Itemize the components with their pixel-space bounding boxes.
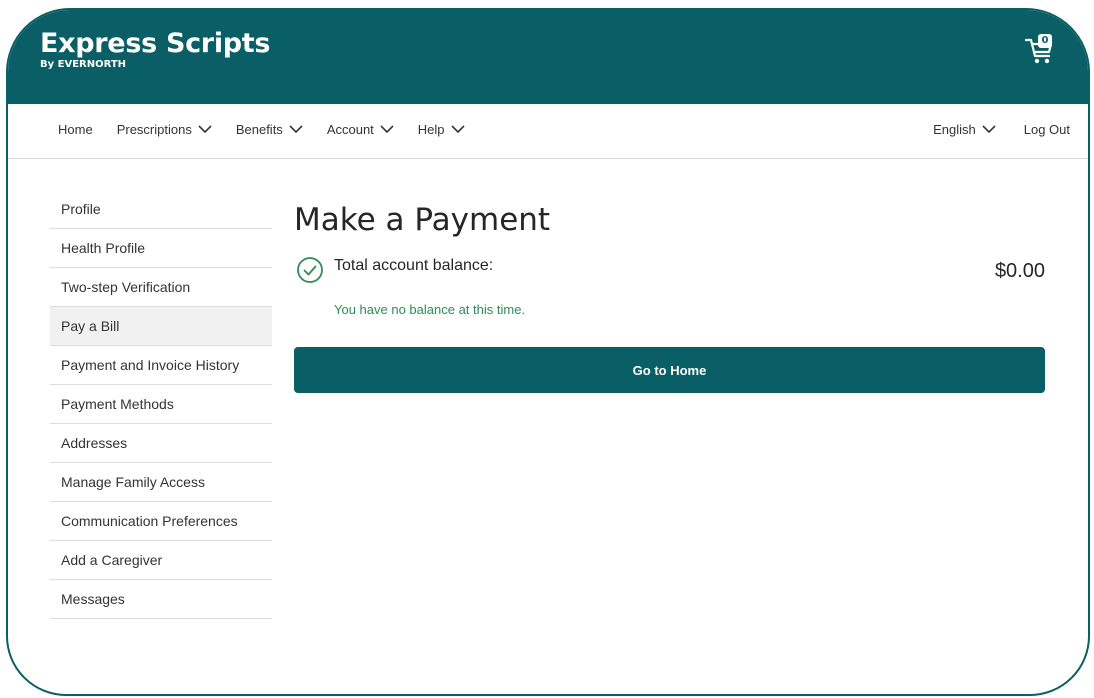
sidebar-item-add-a-caregiver[interactable]: Add a Caregiver (50, 541, 272, 580)
nav-benefits-label: Benefits (235, 122, 283, 137)
sidebar-item-communication-preferences[interactable]: Communication Preferences (50, 502, 272, 541)
browser-frame: Express Scripts By EVERNORTH 0 Home Pres… (6, 8, 1090, 696)
chevron-down-icon (450, 125, 465, 134)
header-bar: Express Scripts By EVERNORTH 0 (8, 10, 1088, 104)
nav-home-label: Home (58, 122, 93, 137)
balance-amount: $0.00 (994, 260, 1045, 282)
nav-account-label: Account (326, 122, 374, 137)
nav-right-group: English Log Out (905, 122, 1070, 137)
chevron-down-icon (380, 125, 394, 134)
account-sidebar: Profile Health Profile Two-step Verifica… (50, 190, 272, 619)
go-to-home-button[interactable]: Go to Home (294, 347, 1045, 393)
no-balance-message: You have no balance at this time. (334, 302, 526, 317)
nav-help[interactable]: Help (418, 122, 465, 137)
chevron-down-icon (198, 125, 212, 134)
chevron-down-icon (982, 125, 996, 134)
sidebar-item-health-profile[interactable]: Health Profile (50, 229, 272, 268)
nav-left-group: Home Prescriptions Benefits Account Help (58, 122, 489, 137)
sidebar-item-profile[interactable]: Profile (50, 190, 272, 229)
nav-home[interactable]: Home (58, 122, 93, 137)
nav-help-label: Help (417, 122, 445, 137)
sidebar-item-pay-a-bill[interactable]: Pay a Bill (50, 307, 272, 346)
language-label: English (933, 122, 976, 137)
nav-benefits[interactable]: Benefits (236, 122, 303, 137)
main-content: Make a Payment Total account balance: $0… (294, 200, 1045, 393)
sidebar-item-manage-family-access[interactable]: Manage Family Access (50, 463, 272, 502)
sidebar-item-addresses[interactable]: Addresses (50, 424, 272, 463)
nav-prescriptions-label: Prescriptions (116, 122, 192, 137)
sidebar-item-messages[interactable]: Messages (50, 580, 272, 619)
nav-prescriptions[interactable]: Prescriptions (117, 122, 212, 137)
balance-row: Total account balance: $0.00 (294, 254, 1045, 288)
brand-logo[interactable]: Express Scripts By EVERNORTH (40, 28, 270, 70)
sidebar-item-two-step-verification[interactable]: Two-step Verification (50, 268, 272, 307)
logout-label: Log Out (1023, 122, 1070, 137)
brand-subtitle: By EVERNORTH (40, 59, 127, 70)
language-select[interactable]: English (933, 122, 996, 137)
brand-name: Express Scripts (40, 28, 271, 59)
sidebar-item-payment-methods[interactable]: Payment Methods (50, 385, 272, 424)
page-title: Make a Payment (294, 202, 551, 238)
sidebar-item-payment-invoice-history[interactable]: Payment and Invoice History (50, 346, 272, 385)
main-nav: Home Prescriptions Benefits Account Help… (8, 104, 1088, 159)
cart-count-badge: 0 (1038, 34, 1052, 48)
cart-button[interactable]: 0 (1024, 34, 1056, 66)
logout-link[interactable]: Log Out (1024, 122, 1070, 137)
nav-account[interactable]: Account (327, 122, 394, 137)
chevron-down-icon (289, 125, 303, 134)
balance-label: Total account balance: (334, 257, 494, 274)
check-circle-icon (297, 257, 323, 283)
